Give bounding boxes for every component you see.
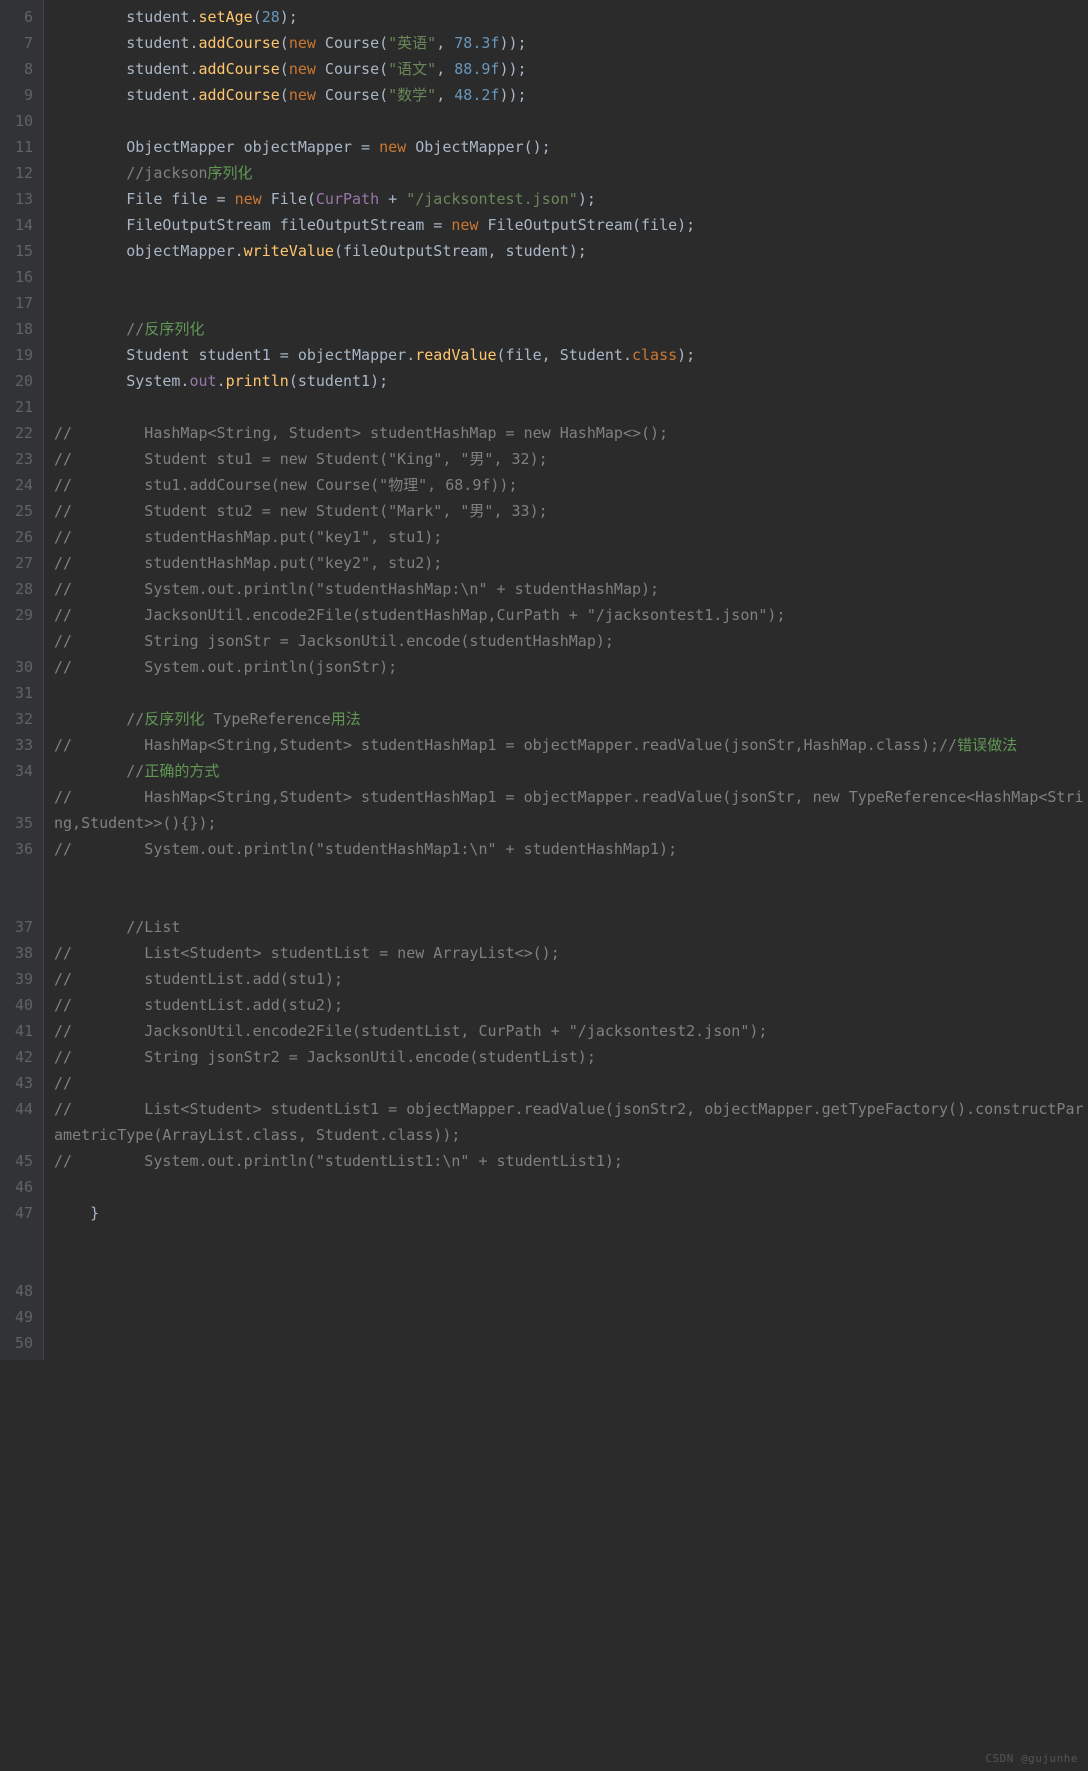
code-line[interactable]: // System.out.println("studentList1:\n" …	[54, 1148, 1088, 1174]
code-line[interactable]: //反序列化	[54, 316, 1088, 342]
line-number: 15	[4, 238, 33, 264]
code-line[interactable]: // studentList.add(stu1);	[54, 966, 1088, 992]
line-number: 16	[4, 264, 33, 290]
line-number: 9	[4, 82, 33, 108]
code-line[interactable]: //jackson序列化	[54, 160, 1088, 186]
code-line[interactable]: // HashMap<String,Student> studentHashMa…	[54, 732, 1088, 758]
code-line[interactable]: // studentHashMap.put("key1", stu1);	[54, 524, 1088, 550]
line-number: 46	[4, 1174, 33, 1200]
line-number: 21	[4, 394, 33, 420]
line-number: 24	[4, 472, 33, 498]
line-number: 43	[4, 1070, 33, 1096]
code-line[interactable]: File file = new File(CurPath + "/jackson…	[54, 186, 1088, 212]
code-line[interactable]: System.out.println(student1);	[54, 368, 1088, 394]
line-number: 28	[4, 576, 33, 602]
code-line[interactable]: // List<Student> studentList = new Array…	[54, 940, 1088, 966]
code-line[interactable]: // studentList.add(stu2);	[54, 992, 1088, 1018]
code-line[interactable]: // HashMap<String,Student> studentHashMa…	[54, 784, 1088, 836]
line-number: 7	[4, 30, 33, 56]
code-line[interactable]: //List	[54, 914, 1088, 940]
line-number: 20	[4, 368, 33, 394]
line-number: 27	[4, 550, 33, 576]
code-line[interactable]	[54, 888, 1088, 914]
line-number: 45	[4, 1148, 33, 1174]
code-line[interactable]: objectMapper.writeValue(fileOutputStream…	[54, 238, 1088, 264]
line-number: 50	[4, 1330, 33, 1356]
line-number: 22	[4, 420, 33, 446]
code-line[interactable]: // studentHashMap.put("key2", stu2);	[54, 550, 1088, 576]
line-number: 14	[4, 212, 33, 238]
line-number: 34	[4, 758, 33, 784]
code-line[interactable]: //反序列化 TypeReference用法	[54, 706, 1088, 732]
line-number: 40	[4, 992, 33, 1018]
line-number: 36	[4, 836, 33, 862]
code-line[interactable]: }	[54, 1200, 1088, 1226]
code-line[interactable]	[54, 290, 1088, 316]
code-line[interactable]	[54, 862, 1088, 888]
line-number: 35	[4, 810, 33, 836]
line-number: 25	[4, 498, 33, 524]
line-number: 17	[4, 290, 33, 316]
line-number: 18	[4, 316, 33, 342]
code-line[interactable]: //正确的方式	[54, 758, 1088, 784]
line-number: 33	[4, 732, 33, 758]
code-line[interactable]: //	[54, 1070, 1088, 1096]
code-line[interactable]: // Student stu2 = new Student("Mark", "男…	[54, 498, 1088, 524]
line-number: 8	[4, 56, 33, 82]
line-number-gutter: 6789101112131415161718192021222324252627…	[0, 0, 44, 1360]
code-line[interactable]	[54, 680, 1088, 706]
code-line[interactable]: // String jsonStr = JacksonUtil.encode(s…	[54, 628, 1088, 654]
line-number: 23	[4, 446, 33, 472]
code-editor[interactable]: 6789101112131415161718192021222324252627…	[0, 0, 1088, 1360]
line-number: 10	[4, 108, 33, 134]
code-line[interactable]: // JacksonUtil.encode2File(studentList, …	[54, 1018, 1088, 1044]
line-number: 49	[4, 1304, 33, 1330]
code-line[interactable]: student.setAge(28);	[54, 4, 1088, 30]
line-number: 19	[4, 342, 33, 368]
code-line[interactable]: // stu1.addCourse(new Course("物理", 68.9f…	[54, 472, 1088, 498]
code-line[interactable]: student.addCourse(new Course("英语", 78.3f…	[54, 30, 1088, 56]
line-number: 6	[4, 4, 33, 30]
code-line[interactable]: // Student stu1 = new Student("King", "男…	[54, 446, 1088, 472]
code-line[interactable]: FileOutputStream fileOutputStream = new …	[54, 212, 1088, 238]
code-area[interactable]: student.setAge(28); student.addCourse(ne…	[44, 0, 1088, 1360]
line-number: 13	[4, 186, 33, 212]
code-line[interactable]: Student student1 = objectMapper.readValu…	[54, 342, 1088, 368]
line-number: 37	[4, 914, 33, 940]
line-number: 12	[4, 160, 33, 186]
code-line[interactable]: // System.out.println(jsonStr);	[54, 654, 1088, 680]
line-number: 11	[4, 134, 33, 160]
code-line[interactable]: // List<Student> studentList1 = objectMa…	[54, 1096, 1088, 1148]
line-number: 42	[4, 1044, 33, 1070]
line-number: 30	[4, 654, 33, 680]
code-line[interactable]: // String jsonStr2 = JacksonUtil.encode(…	[54, 1044, 1088, 1070]
code-line[interactable]: ObjectMapper objectMapper = new ObjectMa…	[54, 134, 1088, 160]
code-line[interactable]	[54, 1174, 1088, 1200]
watermark: CSDN @gujunhe	[985, 1752, 1078, 1765]
code-line[interactable]: student.addCourse(new Course("语文", 88.9f…	[54, 56, 1088, 82]
line-number: 32	[4, 706, 33, 732]
code-line[interactable]: // System.out.println("studentHashMap:\n…	[54, 576, 1088, 602]
line-number: 48	[4, 1278, 33, 1304]
code-line[interactable]	[54, 264, 1088, 290]
code-line[interactable]: // JacksonUtil.encode2File(studentHashMa…	[54, 602, 1088, 628]
line-number: 47	[4, 1200, 33, 1226]
code-line[interactable]	[54, 108, 1088, 134]
code-line[interactable]: student.addCourse(new Course("数学", 48.2f…	[54, 82, 1088, 108]
code-line[interactable]: // HashMap<String, Student> studentHashM…	[54, 420, 1088, 446]
code-line[interactable]	[54, 394, 1088, 420]
line-number: 31	[4, 680, 33, 706]
line-number: 29	[4, 602, 33, 628]
line-number: 44	[4, 1096, 33, 1122]
code-line[interactable]: // System.out.println("studentHashMap1:\…	[54, 836, 1088, 862]
line-number: 38	[4, 940, 33, 966]
line-number: 41	[4, 1018, 33, 1044]
line-number: 26	[4, 524, 33, 550]
line-number: 39	[4, 966, 33, 992]
